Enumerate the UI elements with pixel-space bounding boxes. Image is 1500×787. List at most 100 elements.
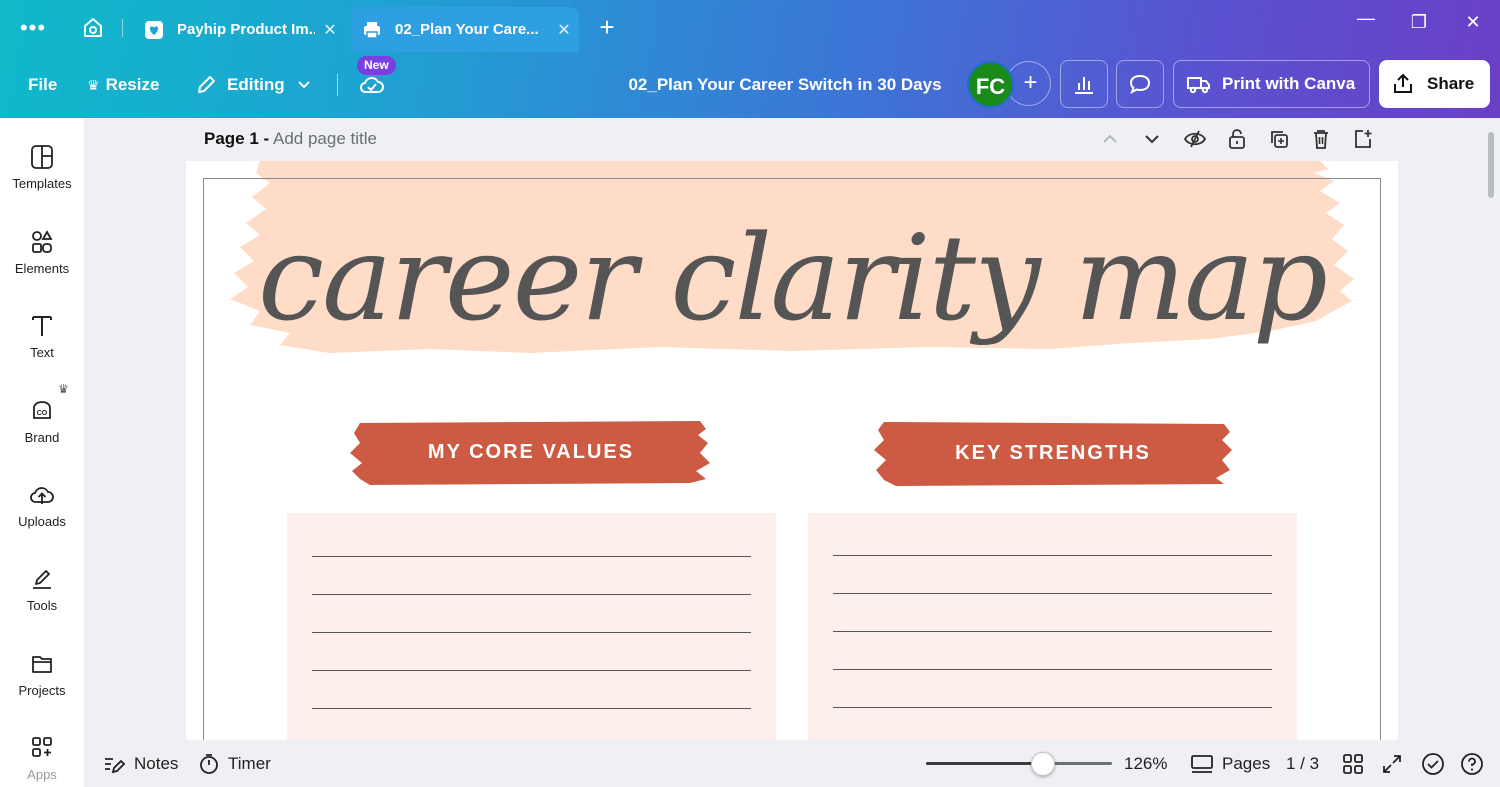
- sidebar-item-apps[interactable]: Apps: [0, 735, 84, 787]
- sidebar-item-tools[interactable]: Tools: [0, 566, 84, 646]
- duplicate-page-button[interactable]: [1267, 127, 1291, 151]
- check-button[interactable]: [1421, 740, 1453, 787]
- sidebar-item-label: Apps: [27, 767, 57, 782]
- sidebar-item-templates[interactable]: Templates: [0, 144, 84, 224]
- new-tab-button[interactable]: +: [594, 14, 620, 40]
- writing-line: [312, 594, 751, 595]
- sidebar-item-label: Tools: [26, 598, 58, 613]
- file-menu-button[interactable]: File: [28, 52, 57, 118]
- browser-tab-bar: ••• Payhip Product Im... ✕ 02_Plan Your …: [0, 0, 1500, 52]
- core-values-heading[interactable]: MY CORE VALUES: [350, 419, 712, 485]
- lock-page-button[interactable]: [1225, 127, 1249, 151]
- tab-plan-career[interactable]: 02_Plan Your Care... ✕: [351, 7, 579, 52]
- pages-button[interactable]: Pages: [1190, 740, 1270, 787]
- help-icon: [1461, 752, 1483, 775]
- design-page[interactable]: career clarity map MY CORE VALUES KEY ST…: [186, 161, 1398, 740]
- comment-icon: [1128, 73, 1152, 95]
- text-icon: [32, 316, 52, 336]
- elements-icon: [32, 230, 53, 253]
- comments-button[interactable]: [1116, 60, 1164, 108]
- timer-icon: [200, 753, 218, 774]
- duplicate-icon: [1271, 131, 1288, 148]
- expand-icon: [1383, 754, 1401, 773]
- notes-button[interactable]: Notes: [102, 740, 178, 787]
- pencil-icon: [195, 74, 217, 96]
- print-with-canva-button[interactable]: Print with Canva: [1173, 60, 1370, 108]
- svg-text:CO: CO: [37, 410, 48, 417]
- sidebar-item-text[interactable]: Text: [0, 313, 84, 393]
- chevron-down-icon: [1145, 135, 1159, 144]
- writing-line: [833, 669, 1272, 670]
- sidebar-item-brand[interactable]: CO Brand: [0, 398, 84, 478]
- browser-menu-button[interactable]: •••: [18, 14, 48, 42]
- add-page-title-placeholder[interactable]: Add page title: [273, 129, 377, 148]
- apps-icon: [32, 737, 52, 757]
- sidebar-item-elements[interactable]: Elements: [0, 229, 84, 309]
- core-values-writing-box[interactable]: [287, 513, 776, 740]
- zoom-slider-fill: [926, 762, 1044, 765]
- timer-button[interactable]: Timer: [198, 740, 271, 787]
- move-page-down-button[interactable]: [1140, 127, 1164, 151]
- tab-separator: [122, 19, 123, 37]
- close-icon[interactable]: ✕: [549, 20, 579, 40]
- printer-icon: [361, 19, 383, 41]
- minimize-button[interactable]: —: [1351, 8, 1381, 29]
- notes-label: Notes: [134, 753, 179, 773]
- tab-payhip[interactable]: Payhip Product Im... ✕: [133, 7, 345, 52]
- tab-label: 02_Plan Your Care...: [395, 21, 539, 38]
- zoom-slider[interactable]: [926, 762, 1112, 765]
- writing-line: [312, 632, 751, 633]
- resize-button[interactable]: ♛ Resize: [87, 52, 159, 118]
- add-page-button[interactable]: [1351, 127, 1375, 151]
- sidebar-item-label: Text: [30, 345, 54, 360]
- share-button[interactable]: Share: [1379, 60, 1490, 108]
- fullscreen-button[interactable]: [1381, 740, 1411, 787]
- pages-label: Pages: [1222, 753, 1271, 773]
- key-strengths-writing-box[interactable]: [808, 513, 1297, 740]
- design-title-text[interactable]: career clarity map: [186, 203, 1398, 353]
- grid-view-button[interactable]: [1342, 740, 1372, 787]
- share-icon: [1394, 73, 1412, 93]
- avatar[interactable]: FC: [967, 61, 1014, 108]
- tools-icon: [33, 570, 51, 589]
- page-title-row[interactable]: Page 1 - Add page title: [204, 129, 377, 149]
- key-strengths-heading[interactable]: KEY STRENGTHS: [872, 420, 1234, 486]
- bottom-bar: Notes Timer 126% Pages 1 / 3: [84, 740, 1500, 787]
- eye-slash-icon: [1183, 130, 1207, 148]
- sidebar-item-label: Uploads: [18, 514, 66, 529]
- resize-label: Resize: [105, 75, 160, 94]
- projects-icon: [32, 656, 52, 673]
- truck-icon: [1187, 77, 1210, 94]
- window-close-button[interactable]: ✕: [1458, 12, 1488, 33]
- help-button[interactable]: [1460, 740, 1492, 787]
- writing-line: [833, 631, 1272, 632]
- grid-view-icon: [1343, 753, 1363, 774]
- restore-button[interactable]: ❐: [1404, 12, 1434, 33]
- canvas-scrollbar[interactable]: [1488, 132, 1494, 198]
- page-counter: 1 / 3: [1286, 753, 1320, 773]
- premium-crown-icon: ♛: [58, 382, 69, 396]
- writing-line: [312, 556, 751, 557]
- print-label: Print with Canva: [1222, 74, 1356, 93]
- sidebar-item-projects[interactable]: Projects: [0, 651, 84, 731]
- share-label: Share: [1427, 74, 1475, 93]
- zoom-slider-thumb[interactable]: [1031, 752, 1056, 776]
- heart-shop-icon: [143, 19, 165, 41]
- editing-mode-dropdown[interactable]: Editing: [195, 52, 311, 118]
- writing-line: [312, 708, 751, 709]
- left-sidebar: Templates Elements Text CO Brand ♛ Uploa…: [0, 118, 84, 787]
- timer-label: Timer: [228, 753, 271, 773]
- writing-line: [833, 707, 1272, 708]
- document-title[interactable]: 02_Plan Your Career Switch in 30 Days: [610, 52, 960, 118]
- hide-page-button[interactable]: [1183, 127, 1207, 151]
- sidebar-item-label: Brand: [24, 430, 60, 445]
- sidebar-item-label: Projects: [18, 683, 66, 698]
- insights-button[interactable]: [1060, 60, 1108, 108]
- delete-page-button[interactable]: [1309, 127, 1333, 151]
- chevron-down-icon: [297, 80, 311, 90]
- home-icon[interactable]: [80, 15, 106, 41]
- zoom-percent[interactable]: 126%: [1124, 740, 1167, 787]
- close-icon[interactable]: ✕: [315, 20, 345, 40]
- sidebar-item-uploads[interactable]: Uploads: [0, 482, 84, 562]
- move-page-up-button[interactable]: [1098, 127, 1122, 151]
